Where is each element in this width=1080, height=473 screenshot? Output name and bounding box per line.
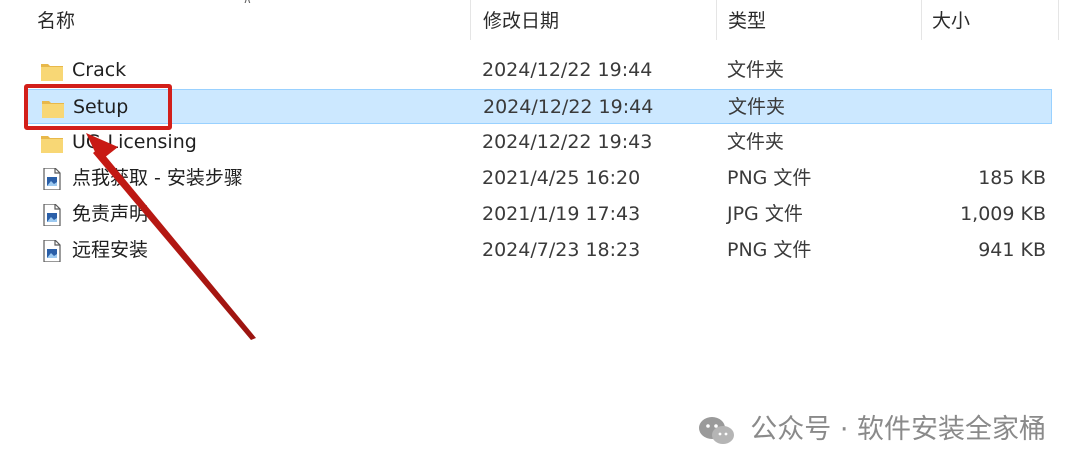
file-date-modified: 2021/4/25 16:20 xyxy=(482,167,641,189)
file-row-install-steps[interactable]: 点我获取 - 安装步骤 2021/4/25 16:20 PNG 文件 185 K… xyxy=(26,161,1052,196)
file-date-modified: 2024/12/22 19:44 xyxy=(483,96,654,118)
image-file-icon xyxy=(43,204,61,226)
column-header-type[interactable]: 类型 xyxy=(728,6,766,36)
file-row-crack[interactable]: Crack 2024/12/22 19:44 文件夹 xyxy=(26,53,1052,88)
annotation-highlight-box xyxy=(24,84,172,130)
file-date-modified: 2024/12/22 19:44 xyxy=(482,59,653,81)
column-header-name[interactable]: 名称 xyxy=(37,6,75,36)
file-type: 文件夹 xyxy=(728,96,786,118)
column-header-size[interactable]: 大小 xyxy=(932,6,970,36)
column-divider[interactable] xyxy=(716,0,717,40)
file-name: Crack xyxy=(72,59,127,81)
file-row-disclaimer[interactable]: 免责声明 2021/1/19 17:43 JPG 文件 1,009 KB xyxy=(26,197,1052,232)
column-divider[interactable] xyxy=(470,0,471,40)
image-file-icon xyxy=(43,240,61,262)
folder-icon xyxy=(41,136,63,153)
wechat-icon xyxy=(698,416,734,444)
column-divider[interactable] xyxy=(1058,0,1059,40)
folder-icon xyxy=(41,64,63,81)
watermark: 公众号 · 软件安装全家桶 xyxy=(698,412,1046,448)
watermark-text: 公众号 · 软件安装全家桶 xyxy=(750,414,1046,445)
file-type: 文件夹 xyxy=(727,131,785,153)
file-name: 免责声明 xyxy=(72,203,149,225)
file-date-modified: 2024/7/23 18:23 xyxy=(482,239,641,261)
file-type: JPG 文件 xyxy=(727,203,803,225)
file-size: 941 KB xyxy=(978,239,1046,261)
file-type: 文件夹 xyxy=(727,59,785,81)
column-divider[interactable] xyxy=(921,0,922,40)
file-row-remote-install[interactable]: 远程安装 2024/7/23 18:23 PNG 文件 941 KB xyxy=(26,233,1052,268)
file-date-modified: 2021/1/19 17:43 xyxy=(482,203,641,225)
file-name: 远程安装 xyxy=(72,239,149,261)
image-file-icon xyxy=(43,168,61,190)
file-row-ug-licensing[interactable]: UG-Licensing 2024/12/22 19:43 文件夹 xyxy=(26,125,1052,160)
column-header-bar: ∧ 名称 修改日期 类型 大小 xyxy=(0,0,1080,40)
file-size: 1,009 KB xyxy=(960,203,1046,225)
file-row-setup[interactable]: Setup 2024/12/22 19:44 文件夹 xyxy=(26,89,1052,124)
file-name: 点我获取 - 安装步骤 xyxy=(72,167,243,189)
sort-chevron-icon: ∧ xyxy=(243,0,252,6)
file-type: PNG 文件 xyxy=(727,239,812,261)
file-name: UG-Licensing xyxy=(72,131,197,153)
file-size: 185 KB xyxy=(978,167,1046,189)
column-header-date-modified[interactable]: 修改日期 xyxy=(483,6,559,36)
file-date-modified: 2024/12/22 19:43 xyxy=(482,131,653,153)
file-type: PNG 文件 xyxy=(727,167,812,189)
